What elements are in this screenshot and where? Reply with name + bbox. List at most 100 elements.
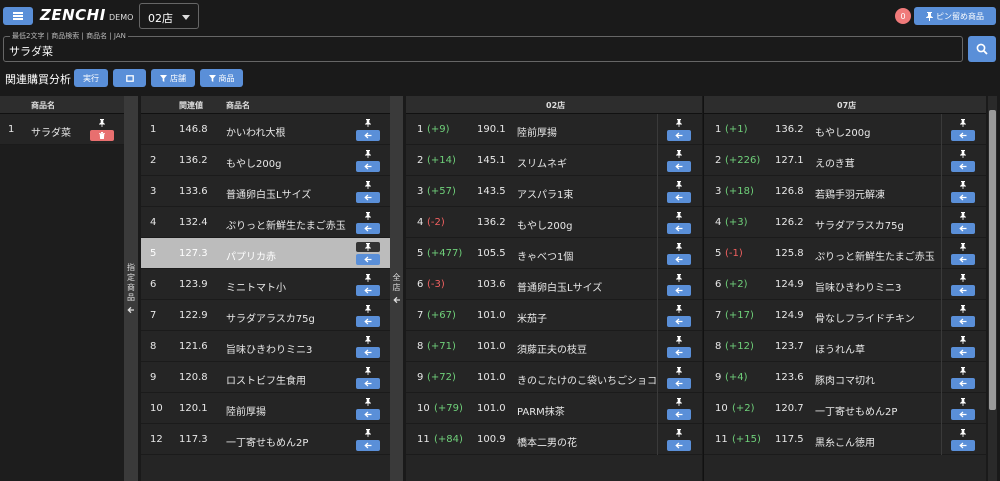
select-item-button[interactable]	[667, 378, 691, 389]
pin-button[interactable]	[951, 118, 975, 128]
select-item-button[interactable]	[356, 130, 380, 141]
table-row[interactable]: 8 (+71) 101.0 須藤正夫の枝豆	[406, 331, 702, 362]
table-row[interactable]: 7 (+67) 101.0 米茄子	[406, 300, 702, 331]
select-item-button[interactable]	[951, 378, 975, 389]
table-row[interactable]: 1 146.8 かいわれ大根	[141, 114, 390, 145]
select-item-button[interactable]	[951, 409, 975, 420]
table-row[interactable]: 7 (+17) 124.9 骨なしフライドチキン	[704, 300, 986, 331]
pin-button[interactable]	[667, 428, 691, 438]
table-row[interactable]: 6 (-3) 103.6 普通卵白玉Lサイズ	[406, 269, 702, 300]
select-item-button[interactable]	[667, 254, 691, 265]
pin-button[interactable]	[90, 118, 114, 128]
table-row[interactable]: 4 132.4 ぷりっと新鮮生たまご赤玉	[141, 207, 390, 238]
table-row[interactable]: 2 (+14) 145.1 スリムネギ	[406, 145, 702, 176]
menu-button[interactable]	[3, 7, 33, 25]
search-field[interactable]: 最低2文字 | 商品検索 | 商品名 | JAN サラダ菜	[3, 31, 963, 62]
table-row[interactable]: 10 (+79) 101.0 PARM抹茶	[406, 393, 702, 424]
select-item-button[interactable]	[356, 161, 380, 172]
pin-button[interactable]	[356, 273, 380, 283]
table-row[interactable]: 3 (+18) 126.8 若鶏手羽元解凍	[704, 176, 986, 207]
select-item-button[interactable]	[951, 285, 975, 296]
table-row[interactable]: 6 123.9 ミニトマト小	[141, 269, 390, 300]
table-row[interactable]: 6 (+2) 124.9 旨味ひきわりミニ3	[704, 269, 986, 300]
table-row[interactable]: 5 (+477) 105.5 きゃべつ1個	[406, 238, 702, 269]
select-item-button[interactable]	[667, 440, 691, 451]
all-stores-collapse[interactable]: 全店	[390, 96, 403, 481]
select-item-button[interactable]	[667, 161, 691, 172]
table-row[interactable]: 1 (+1) 136.2 もやし200g	[704, 114, 986, 145]
table-row[interactable]: 3 133.6 普通卵白玉Lサイズ	[141, 176, 390, 207]
pin-button[interactable]	[951, 397, 975, 407]
select-item-button[interactable]	[951, 440, 975, 451]
table-row[interactable]: 4 (-2) 136.2 もやし200g	[406, 207, 702, 238]
table-row[interactable]: 1 (+9) 190.1 陸前厚揚	[406, 114, 702, 145]
table-row[interactable]: 5 127.3 パプリカ赤	[141, 238, 390, 269]
table-row[interactable]: 10 (+2) 120.7 一丁寄せもめん2P	[704, 393, 986, 424]
select-item-button[interactable]	[667, 130, 691, 141]
pin-button[interactable]	[356, 242, 380, 252]
pin-button[interactable]	[356, 428, 380, 438]
select-item-button[interactable]	[356, 254, 380, 265]
select-item-button[interactable]	[667, 409, 691, 420]
select-item-button[interactable]	[356, 347, 380, 358]
run-button[interactable]: 実行	[74, 69, 108, 87]
pin-button[interactable]	[951, 304, 975, 314]
toggle-view-button[interactable]	[113, 69, 146, 87]
table-row[interactable]: 2 (+226) 127.1 えのき茸	[704, 145, 986, 176]
select-item-button[interactable]	[951, 254, 975, 265]
pin-button[interactable]	[356, 211, 380, 221]
store-filter-button[interactable]: 店舗	[151, 69, 195, 87]
table-row[interactable]: 11 (+15) 117.5 黒糸こん徳用	[704, 424, 986, 455]
pin-button[interactable]	[951, 273, 975, 283]
table-row[interactable]: 2 136.2 もやし200g	[141, 145, 390, 176]
vertical-scrollbar[interactable]	[988, 96, 997, 481]
pin-button[interactable]	[951, 180, 975, 190]
pin-button[interactable]	[951, 366, 975, 376]
select-item-button[interactable]	[951, 130, 975, 141]
table-row[interactable]: 10 120.1 陸前厚揚	[141, 393, 390, 424]
select-item-button[interactable]	[356, 378, 380, 389]
pin-button[interactable]	[951, 211, 975, 221]
pin-button[interactable]	[951, 428, 975, 438]
pin-button[interactable]	[667, 118, 691, 128]
target-item-collapse[interactable]: 指定商品	[124, 96, 138, 481]
pin-button[interactable]	[667, 366, 691, 376]
table-row[interactable]: 5 (-1) 125.8 ぷりっと新鮮生たまご赤玉	[704, 238, 986, 269]
select-item-button[interactable]	[356, 316, 380, 327]
pin-button[interactable]	[667, 149, 691, 159]
pin-button[interactable]	[667, 242, 691, 252]
table-row[interactable]: 9 (+72) 101.0 きのこたけのこ袋いちごショコ	[406, 362, 702, 393]
table-row[interactable]: 8 (+12) 123.7 ほうれん草	[704, 331, 986, 362]
select-item-button[interactable]	[667, 223, 691, 234]
select-item-button[interactable]	[356, 409, 380, 420]
item-filter-button[interactable]: 商品	[200, 69, 243, 87]
select-item-button[interactable]	[667, 285, 691, 296]
pin-button[interactable]	[951, 149, 975, 159]
select-item-button[interactable]	[356, 192, 380, 203]
pin-button[interactable]	[356, 366, 380, 376]
table-row[interactable]: 4 (+3) 126.2 サラダアラスカ75g	[704, 207, 986, 238]
pin-button[interactable]	[356, 304, 380, 314]
pin-button[interactable]	[356, 149, 380, 159]
store-select[interactable]: 02店	[139, 3, 199, 29]
delete-button[interactable]	[90, 130, 114, 141]
pin-button[interactable]	[951, 242, 975, 252]
select-item-button[interactable]	[951, 223, 975, 234]
table-row[interactable]: 7 122.9 サラダアラスカ75g	[141, 300, 390, 331]
pin-button[interactable]	[356, 118, 380, 128]
select-item-button[interactable]	[951, 192, 975, 203]
select-item-button[interactable]	[667, 347, 691, 358]
pin-button[interactable]	[667, 397, 691, 407]
select-item-button[interactable]	[951, 316, 975, 327]
table-row[interactable]: 8 121.6 旨味ひきわりミニ3	[141, 331, 390, 362]
scrollbar-thumb[interactable]	[989, 110, 996, 410]
table-row[interactable]: 12 117.3 一丁寄せもめん2P	[141, 424, 390, 455]
select-item-button[interactable]	[667, 316, 691, 327]
select-item-button[interactable]	[356, 223, 380, 234]
select-item-button[interactable]	[356, 440, 380, 451]
select-item-button[interactable]	[356, 285, 380, 296]
search-button[interactable]	[968, 36, 996, 62]
pin-button[interactable]	[356, 397, 380, 407]
table-row[interactable]: 9 120.8 ロストビフ生食用	[141, 362, 390, 393]
pin-button[interactable]	[356, 180, 380, 190]
